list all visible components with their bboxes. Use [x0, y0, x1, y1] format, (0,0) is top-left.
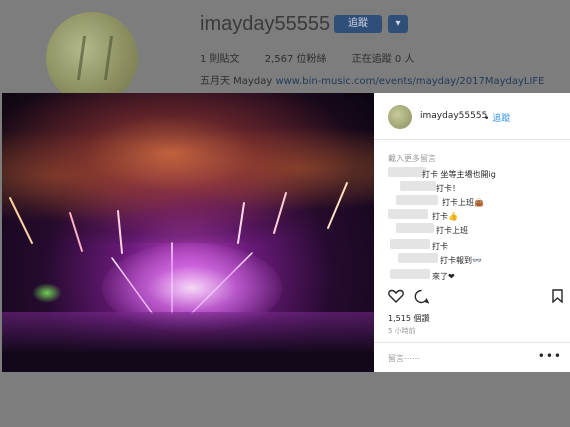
comment-text: 打卡👍 [432, 212, 458, 221]
blurred-name [390, 269, 430, 279]
like-count[interactable]: 1,515 個讚 [388, 313, 429, 324]
post-header: imayday55555 • 追蹤 [374, 93, 570, 140]
blurred-name [388, 167, 426, 177]
comment-text: 打卡上班👜 [442, 198, 484, 207]
follow-button[interactable]: 追蹤 [334, 15, 382, 33]
post-username[interactable]: imayday55555 [420, 111, 487, 121]
post-photo[interactable] [2, 93, 374, 372]
comment-text: 打卡 [432, 242, 448, 251]
separator-dot: • [484, 114, 490, 124]
blurred-name [388, 209, 428, 219]
comment-text: 打卡 坐等主場也開ig [422, 170, 496, 179]
more-options-icon[interactable]: ••• [538, 349, 562, 363]
stat-following[interactable]: 正在追蹤 0 人 [352, 54, 415, 65]
comment-box: 留言⋯⋯ ••• [374, 342, 570, 373]
load-more-comments[interactable]: 載入更多留言 [388, 153, 436, 164]
comment-icon[interactable] [414, 289, 429, 304]
comment-text: 打卡上班 [436, 226, 468, 235]
stat-posts: 1 則貼文 [200, 54, 240, 65]
blurred-name [400, 181, 436, 191]
blurred-name [396, 195, 438, 205]
blurred-name [398, 253, 438, 263]
post-side-panel: imayday55555 • 追蹤 載入更多留言 打卡 坐等主場也開ig 打卡！… [374, 93, 570, 372]
profile-avatar[interactable] [46, 12, 138, 104]
blurred-name [396, 223, 434, 233]
comment-text: 來了❤ [432, 272, 455, 281]
comment-text: 打卡報到👓 [440, 256, 482, 265]
profile-username: imayday55555 [200, 13, 331, 35]
dropdown-button[interactable]: ▾ [388, 15, 408, 33]
bio-name: 五月天 Mayday [200, 76, 273, 87]
profile-stats: 1 則貼文 2,567 位粉絲 正在追蹤 0 人 [200, 50, 436, 65]
bookmark-icon[interactable] [552, 289, 563, 303]
stat-followers[interactable]: 2,567 位粉絲 [265, 54, 327, 65]
post-follow-link[interactable]: • 追蹤 [484, 111, 510, 124]
heart-icon[interactable] [388, 289, 404, 303]
bio-link[interactable]: www.bin-music.com/events/mayday/2017Mayd… [275, 76, 544, 87]
post-follow-label[interactable]: 追蹤 [492, 114, 510, 124]
post-time: 5 小時前 [388, 327, 416, 335]
post-avatar[interactable] [388, 105, 412, 129]
comment-input[interactable]: 留言⋯⋯ [388, 353, 420, 364]
comment-text: 打卡！ [436, 184, 460, 193]
blurred-name [390, 239, 430, 249]
mayday-logo-icon [76, 36, 114, 80]
profile-bio: 五月天 Mayday www.bin-music.com/events/mayd… [200, 72, 545, 87]
crowd [2, 312, 374, 372]
